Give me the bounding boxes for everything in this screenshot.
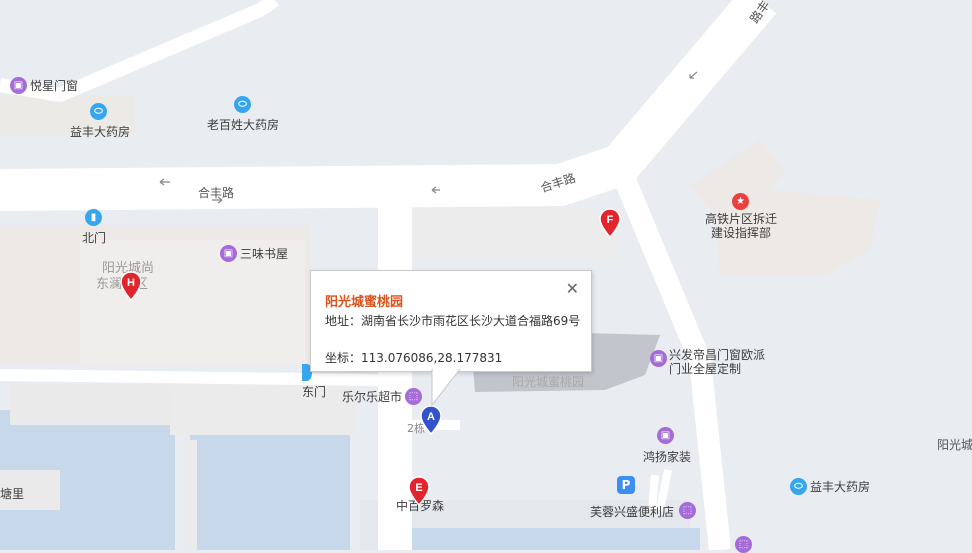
map-marker-e[interactable]: E bbox=[408, 476, 430, 506]
info-window-title: 阳光城蜜桃园 bbox=[325, 295, 404, 310]
shop-bag-icon[interactable]: ▣ bbox=[10, 77, 27, 94]
poi-label-dongmen[interactable]: 东门 bbox=[302, 385, 326, 399]
poi-label-beimen[interactable]: 北门 bbox=[82, 231, 106, 245]
faded-area-label: 阳光城蜜桃园 bbox=[512, 375, 585, 389]
shop-bag-icon[interactable]: ▣ bbox=[650, 350, 667, 367]
shop-bag-icon[interactable]: ▣ bbox=[220, 245, 237, 262]
poi-label-furong[interactable]: 芙蓉兴盛便利店 bbox=[590, 505, 674, 519]
marker-h-letter: H bbox=[127, 277, 135, 289]
star-icon[interactable]: ★ bbox=[732, 193, 749, 210]
cart-icon[interactable]: ⬚ bbox=[735, 536, 752, 553]
cart-icon[interactable]: ⬚ bbox=[679, 502, 696, 519]
map-marker-a[interactable]: A bbox=[420, 405, 442, 435]
poi-label-yuexing[interactable]: 悦星门窗 bbox=[30, 79, 78, 93]
poi-label-gaotie-1[interactable]: 高铁片区拆迁 bbox=[705, 212, 777, 226]
map-canvas[interactable]: 合丰路 合丰路 路丰 阳光城尚 东澜园区 阳光城蜜桃园 阳光城 ▣ 悦星门窗 ⬭… bbox=[0, 0, 972, 553]
area-label-right: 阳光城 bbox=[937, 438, 972, 452]
poi-label-sanwei[interactable]: 三味书屋 bbox=[240, 247, 288, 261]
poi-label-laobaixing[interactable]: 老百姓大药房 bbox=[207, 118, 279, 132]
close-icon[interactable]: ✕ bbox=[566, 279, 579, 298]
info-window-address: 地址：湖南省长沙市雨花区长沙大道合福路69号 bbox=[325, 312, 581, 330]
marker-a-letter: A bbox=[427, 411, 435, 423]
info-window-pointer bbox=[431, 369, 461, 407]
info-window: ✕ 阳光城蜜桃园 地址：湖南省长沙市雨花区长沙大道合福路69号 坐标：113.0… bbox=[310, 270, 592, 372]
road-label-hefeng-west: 合丰路 bbox=[198, 186, 235, 200]
poi-label-leerle[interactable]: 乐尔乐超市 bbox=[342, 390, 402, 404]
pill-icon[interactable]: ⬭ bbox=[90, 103, 107, 120]
poi-label-tangli[interactable]: 塘里 bbox=[0, 487, 24, 501]
coord-value: 113.076086,28.177831 bbox=[361, 351, 503, 365]
marker-f-letter: F bbox=[607, 214, 614, 226]
address-value: 湖南省长沙市雨花区长沙大道合福路69号 bbox=[361, 314, 581, 328]
info-window-coord: 坐标：113.076086,28.177831 bbox=[325, 349, 502, 366]
cart-icon[interactable]: ⬚ bbox=[405, 388, 422, 405]
poi-label-yifeng1[interactable]: 益丰大药房 bbox=[70, 125, 130, 139]
marker-e-letter: E bbox=[415, 482, 422, 494]
address-label: 地址： bbox=[325, 314, 362, 328]
poi-label-gaotie-2[interactable]: 建设指挥部 bbox=[711, 226, 771, 240]
pill-icon[interactable]: ⬭ bbox=[790, 478, 807, 495]
door-icon[interactable]: ▮ bbox=[85, 209, 102, 226]
shop-bag-icon[interactable]: ▣ bbox=[657, 427, 674, 444]
coord-label: 坐标： bbox=[325, 351, 362, 365]
map-marker-f[interactable]: F bbox=[599, 208, 621, 238]
poi-label-xingfa-2[interactable]: 门业全屋定制 bbox=[669, 362, 741, 376]
map-marker-h[interactable]: H bbox=[120, 271, 142, 301]
pill-icon[interactable]: ⬭ bbox=[234, 96, 251, 113]
poi-label-yifeng2[interactable]: 益丰大药房 bbox=[810, 480, 870, 494]
poi-label-xingfa-1[interactable]: 兴发帝昌门窗欧派 bbox=[669, 348, 765, 362]
parking-icon[interactable]: P bbox=[617, 476, 635, 494]
poi-label-hongyang[interactable]: 鸿扬家装 bbox=[643, 450, 691, 464]
